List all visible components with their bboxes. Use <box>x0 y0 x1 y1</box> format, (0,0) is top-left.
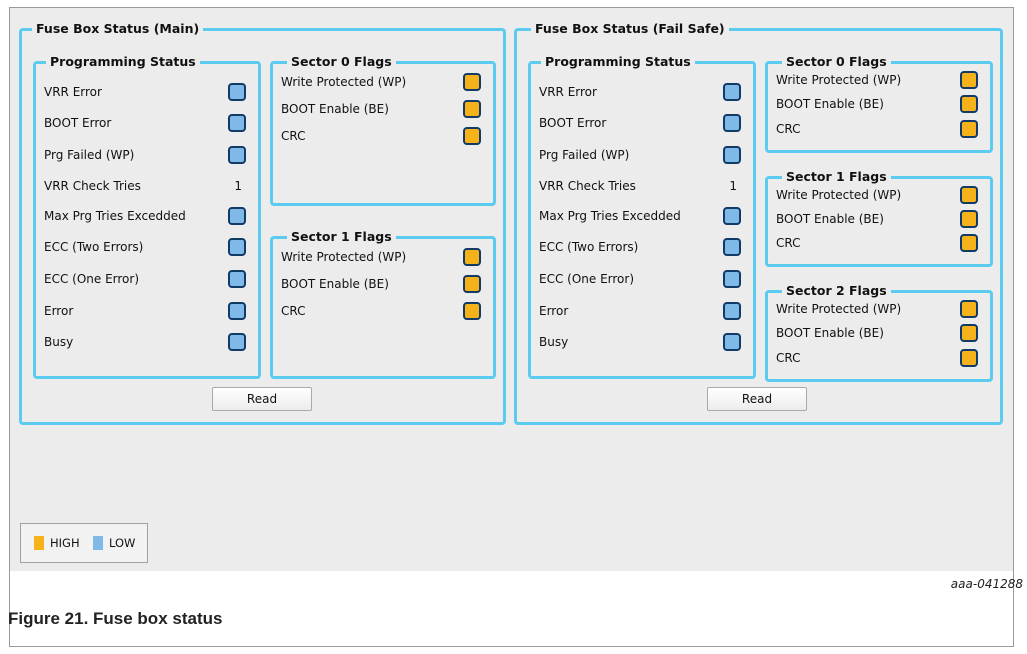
status-led <box>723 270 741 288</box>
row-label: BOOT Enable (BE) <box>776 97 884 111</box>
status-led <box>228 207 246 225</box>
status-led <box>228 83 246 101</box>
row-label: BOOT Enable (BE) <box>281 277 389 291</box>
status-led <box>960 300 978 318</box>
row-label: ECC (One Error) <box>539 272 635 286</box>
failsafe-sector-0-title: Sector 0 Flags <box>782 54 891 70</box>
main-sector-1-title: Sector 1 Flags <box>287 229 396 245</box>
status-led <box>960 95 978 113</box>
row-label: CRC <box>281 304 306 318</box>
status-led <box>228 146 246 164</box>
failsafe-sector-2-flags-group: Sector 2 Flags Write Protected (WP) BOOT… <box>765 283 993 382</box>
row-label: VRR Error <box>44 85 102 99</box>
row-label: ECC (One Error) <box>44 272 140 286</box>
status-led <box>960 324 978 342</box>
status-led <box>723 83 741 101</box>
failsafe-group-title: Fuse Box Status (Fail Safe) <box>531 21 729 37</box>
vrr-check-tries-value: 1 <box>234 179 242 193</box>
status-led <box>960 210 978 228</box>
row-label: Prg Failed (WP) <box>44 148 135 162</box>
status-led <box>463 100 481 118</box>
row-label: BOOT Error <box>539 116 607 130</box>
main-programming-status-group: Programming Status VRR Error BOOT Error … <box>33 54 261 379</box>
main-programming-status-title: Programming Status <box>46 54 200 70</box>
main-read-button[interactable]: Read <box>212 387 312 411</box>
status-led <box>960 71 978 89</box>
status-led <box>960 186 978 204</box>
status-led <box>228 333 246 351</box>
failsafe-read-button[interactable]: Read <box>707 387 807 411</box>
low-swatch <box>93 536 103 550</box>
status-led <box>723 146 741 164</box>
row-label: CRC <box>776 351 801 365</box>
high-label: HIGH <box>50 536 80 550</box>
failsafe-fuse-box-group: Fuse Box Status (Fail Safe) Programming … <box>514 21 1003 425</box>
status-led <box>228 302 246 320</box>
status-led <box>463 302 481 320</box>
fuse-box-status-panel: Fuse Box Status (Main) Programming Statu… <box>10 8 1013 571</box>
row-label: Busy <box>44 335 74 349</box>
row-label: Max Prg Tries Excedded <box>539 209 681 223</box>
status-led <box>723 114 741 132</box>
status-led <box>960 349 978 367</box>
row-label: Error <box>539 304 569 318</box>
figure-caption: Figure 21. Fuse box status <box>8 609 223 628</box>
failsafe-programming-status-title: Programming Status <box>541 54 695 70</box>
status-led <box>723 207 741 225</box>
status-led <box>228 238 246 256</box>
vrr-check-tries-value: 1 <box>729 179 737 193</box>
main-fuse-box-group: Fuse Box Status (Main) Programming Statu… <box>19 21 506 425</box>
high-swatch <box>34 536 44 550</box>
main-group-title: Fuse Box Status (Main) <box>32 21 204 37</box>
status-led <box>960 120 978 138</box>
failsafe-programming-status-group: Programming Status VRR Error BOOT Error … <box>528 54 756 379</box>
figure-id: aaa-041288 <box>950 577 1023 591</box>
row-label: Prg Failed (WP) <box>539 148 630 162</box>
status-led <box>463 73 481 91</box>
status-led <box>228 270 246 288</box>
status-led <box>960 234 978 252</box>
failsafe-sector-0-flags-group: Sector 0 Flags Write Protected (WP) BOOT… <box>765 54 993 153</box>
row-label: ECC (Two Errors) <box>44 240 144 254</box>
row-label: VRR Error <box>539 85 597 99</box>
status-led <box>463 127 481 145</box>
main-sector-1-flags-group: Sector 1 Flags Write Protected (WP) BOOT… <box>270 229 496 379</box>
status-led <box>723 238 741 256</box>
row-label: BOOT Enable (BE) <box>776 212 884 226</box>
row-label: CRC <box>776 122 801 136</box>
row-label: CRC <box>281 129 306 143</box>
failsafe-sector-1-flags-group: Sector 1 Flags Write Protected (WP) BOOT… <box>765 169 993 267</box>
row-label: VRR Check Tries <box>44 179 141 193</box>
status-led <box>463 248 481 266</box>
color-legend: HIGH LOW <box>20 523 148 563</box>
row-label: CRC <box>776 236 801 250</box>
row-label: BOOT Error <box>44 116 112 130</box>
row-label: BOOT Enable (BE) <box>281 102 389 116</box>
status-led <box>228 114 246 132</box>
row-label: BOOT Enable (BE) <box>776 326 884 340</box>
row-label: Write Protected (WP) <box>281 250 407 264</box>
status-led <box>723 302 741 320</box>
row-label: ECC (Two Errors) <box>539 240 639 254</box>
status-led <box>463 275 481 293</box>
row-label: Error <box>44 304 74 318</box>
failsafe-sector-1-title: Sector 1 Flags <box>782 169 891 185</box>
failsafe-sector-2-title: Sector 2 Flags <box>782 283 891 299</box>
row-label: Write Protected (WP) <box>281 75 407 89</box>
status-led <box>723 333 741 351</box>
main-sector-0-flags-group: Sector 0 Flags Write Protected (WP) BOOT… <box>270 54 496 206</box>
row-label: VRR Check Tries <box>539 179 636 193</box>
row-label: Busy <box>539 335 569 349</box>
row-label: Write Protected (WP) <box>776 188 902 202</box>
row-label: Max Prg Tries Excedded <box>44 209 186 223</box>
low-label: LOW <box>109 536 136 550</box>
row-label: Write Protected (WP) <box>776 302 902 316</box>
row-label: Write Protected (WP) <box>776 73 902 87</box>
main-sector-0-title: Sector 0 Flags <box>287 54 396 70</box>
